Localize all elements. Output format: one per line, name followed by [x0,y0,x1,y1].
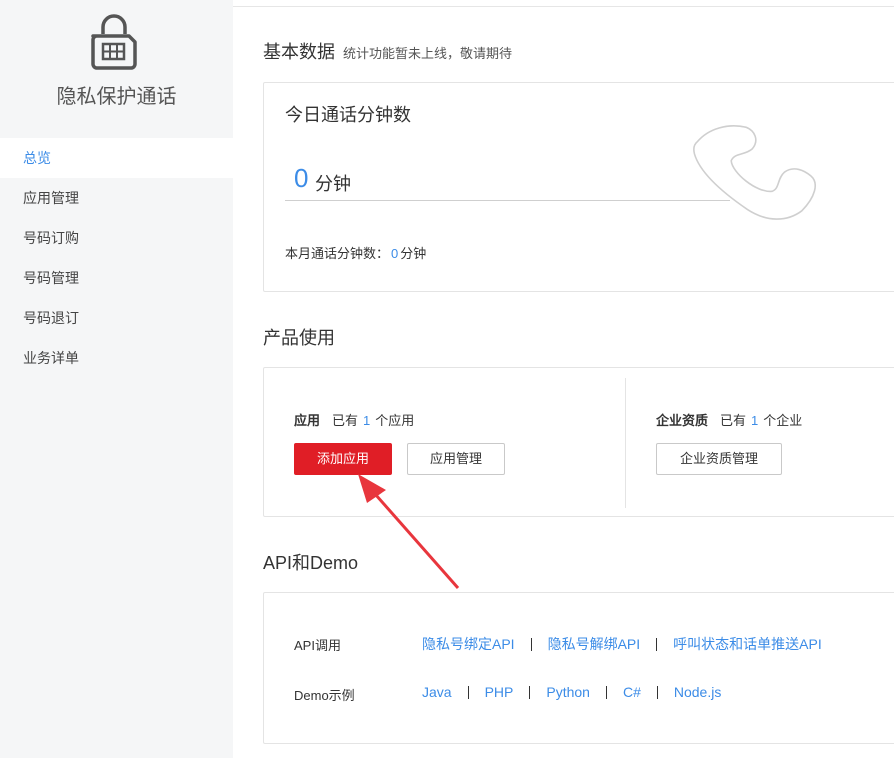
enterprise-label: 企业资质 [656,413,709,428]
enterprise-count-prefix: 已有 [720,413,747,428]
enterprise-count-suffix: 个企业 [763,413,803,428]
app-label: 应用 [294,413,321,428]
demo-label: Demo示例 [294,688,355,703]
product-usage-title: 产品使用 [263,328,335,348]
app-count-value: 1 [363,413,371,428]
sidebar-item-overview[interactable]: 总览 [0,138,233,178]
enterprise-qualification-button[interactable]: 企业资质管理 [656,443,782,475]
month-minutes-unit: 分钟 [400,246,427,261]
demo-link-nodejs[interactable]: Node.js [674,684,721,700]
today-minutes-row: 0 分钟 [285,163,730,201]
app-count-row: 应用 已有 1 个应用 [294,410,414,429]
link-separator [530,637,532,651]
today-minutes-title: 今日通话分钟数 [285,105,411,125]
today-minutes-unit: 分钟 [315,174,351,194]
link-separator [529,685,531,699]
sidebar-item-app-management[interactable]: 应用管理 [0,178,233,218]
sidebar-item-business-details[interactable]: 业务详单 [0,338,233,378]
phone-handset-icon [693,125,816,220]
month-minutes-label: 本月通话分钟数： [285,246,390,261]
api-link-bind[interactable]: 隐私号绑定API [422,634,515,654]
api-demo-card: API调用 隐私号绑定API 隐私号解绑API 呼叫状态和话单推送API Dem… [263,592,894,744]
sidebar-item-number-order[interactable]: 号码订购 [0,218,233,258]
today-minutes-value: 0 [294,163,309,193]
product-divider [625,378,626,508]
demo-link-java[interactable]: Java [422,684,452,700]
link-separator [656,685,658,699]
sidebar-nav: 总览 应用管理 号码订购 号码管理 号码退订 业务详单 [0,138,233,378]
basic-data-subtitle: 统计功能暂未上线，敬请期待 [343,46,513,61]
month-minutes: 本月通话分钟数： 0 分钟 [285,243,426,262]
link-separator [605,685,607,699]
basic-data-heading: 基本数据 统计功能暂未上线，敬请期待 [263,38,512,64]
link-separator [467,685,469,699]
demo-link-php[interactable]: PHP [485,684,514,700]
api-call-label: API调用 [294,638,341,653]
app-name: 隐私保护通话 [56,86,177,108]
api-links: 隐私号绑定API 隐私号解绑API 呼叫状态和话单推送API [422,634,822,654]
link-separator [656,637,658,651]
app-count-prefix: 已有 [332,413,359,428]
demo-link-csharp[interactable]: C# [623,684,641,700]
demo-links: Java PHP Python C# Node.js [422,684,721,700]
api-demo-title: API和Demo [263,553,359,573]
api-link-call-status-push[interactable]: 呼叫状态和话单推送API [673,634,822,654]
sidebar-item-number-unsubscribe[interactable]: 号码退订 [0,298,233,338]
api-link-unbind[interactable]: 隐私号解绑API [548,634,641,654]
sim-card-lock-icon [91,14,137,70]
month-minutes-value: 0 [391,246,399,261]
logo-block: 隐私保护通话 [0,0,233,138]
enterprise-count-value: 1 [751,413,759,428]
annotation-arrow [358,474,460,589]
top-divider [233,6,894,7]
call-minutes-card: 今日通话分钟数 0 分钟 本月通话分钟数： 0 分钟 [263,82,894,292]
demo-link-python[interactable]: Python [546,684,590,700]
sidebar-item-number-management[interactable]: 号码管理 [0,258,233,298]
app-count-suffix: 个应用 [375,413,415,428]
enterprise-count-row: 企业资质 已有 1 个企业 [656,410,802,429]
basic-data-title: 基本数据 [263,42,335,62]
sidebar: 隐私保护通话 总览 应用管理 号码订购 号码管理 号码退订 业务详单 [0,0,233,758]
